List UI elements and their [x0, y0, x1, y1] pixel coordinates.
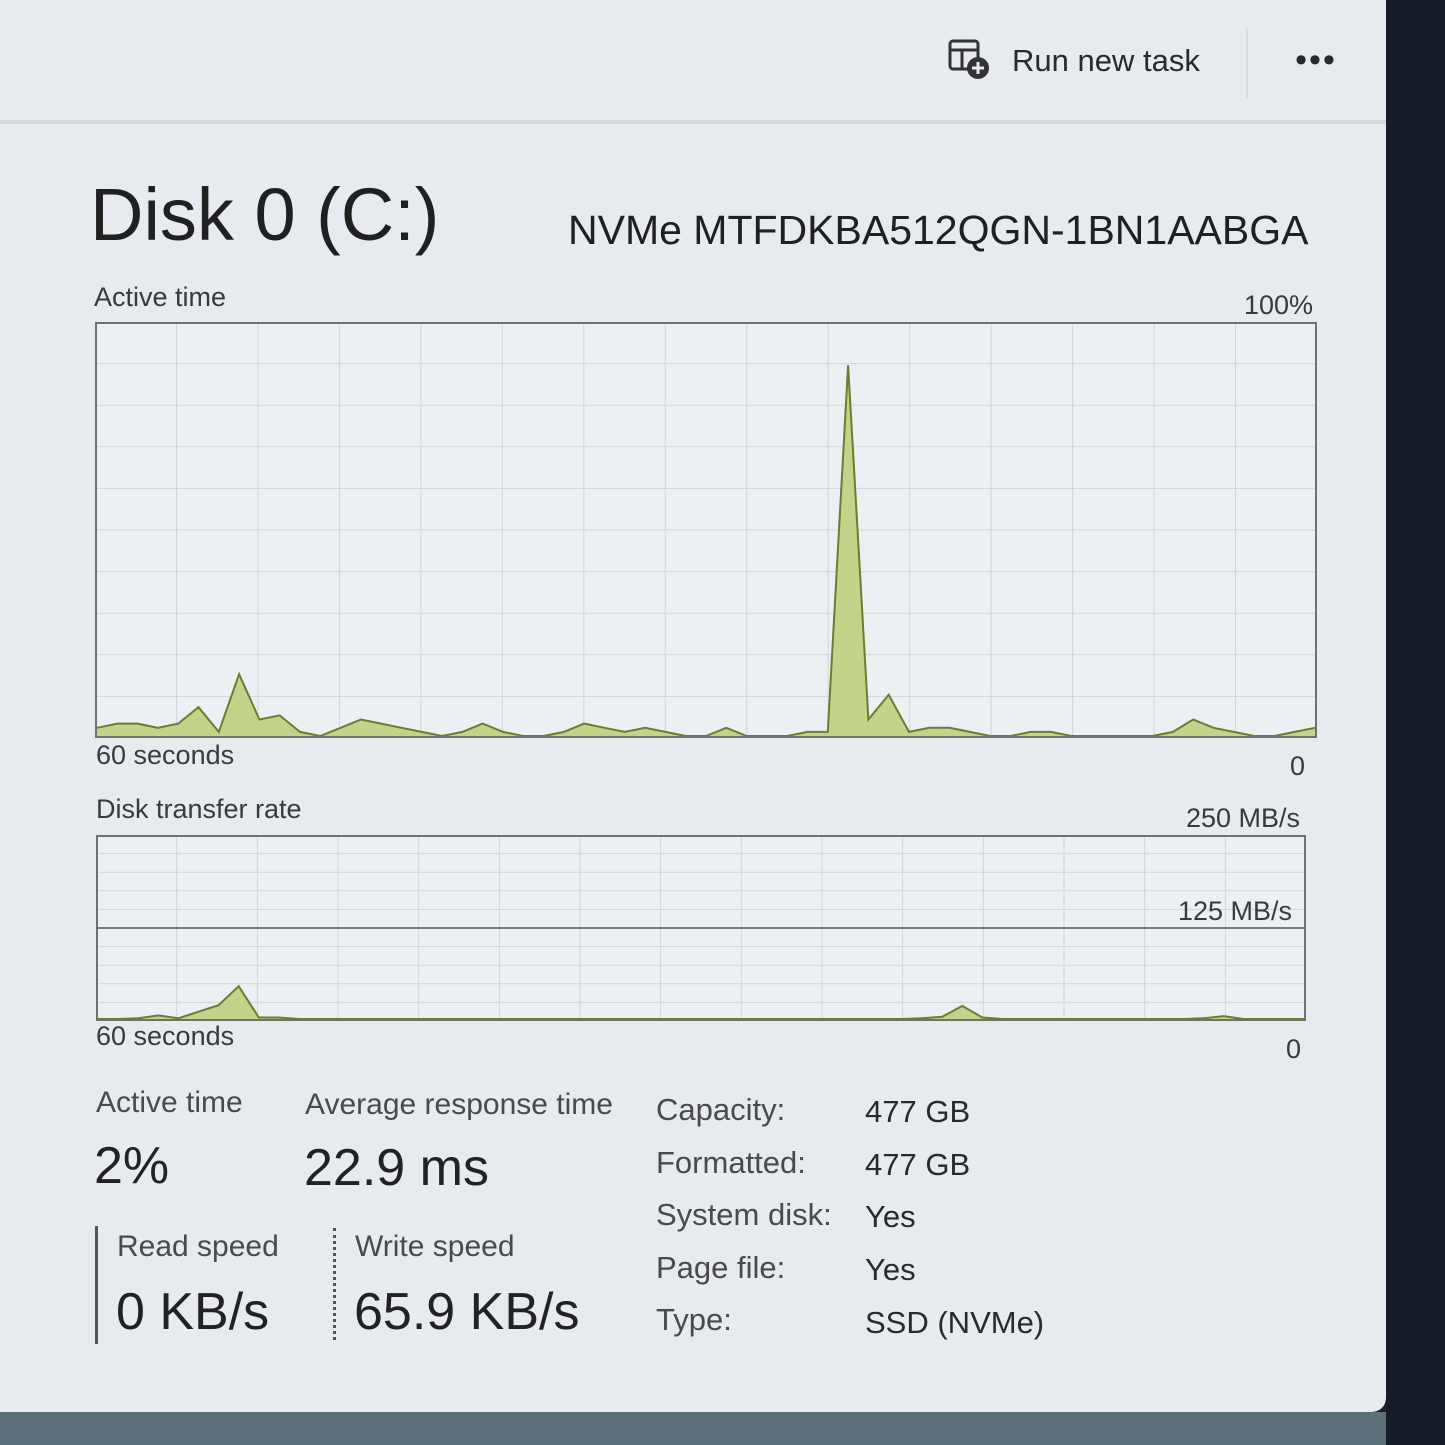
transfer-rate-max-label: 250 MB/s — [1186, 803, 1301, 833]
avg-response-time-label: Average response time — [305, 1088, 613, 1121]
page-file-value: Yes — [865, 1252, 916, 1287]
capacity-value: 477 GB — [865, 1094, 971, 1129]
disk-model: NVMe MTFDKBA512QGN-1BN1AABGA — [568, 207, 1309, 253]
system-disk-label: System disk: — [656, 1197, 832, 1232]
task-manager-panel: Run new task ••• Disk 0 (C:) NVMe MTFDKB… — [0, 0, 1386, 1412]
active-time-graph-label: Active time — [94, 282, 227, 312]
transfer-rate-mid-label: 125 MB/s — [1178, 896, 1293, 926]
active-time-stat-value: 2% — [94, 1137, 170, 1195]
transfer-rate-graph — [96, 835, 1306, 1021]
toolbar: Run new task ••• — [0, 0, 1386, 122]
desktop-background-right — [1386, 0, 1445, 1445]
type-value: SSD (NVMe) — [865, 1305, 1045, 1340]
active-time-min-label: 0 — [1290, 751, 1306, 781]
disk-title: Disk 0 (C:) — [90, 173, 440, 256]
run-new-task-button[interactable]: Run new task — [946, 36, 1200, 86]
formatted-value: 477 GB — [865, 1147, 971, 1182]
active-time-duration-label: 60 seconds — [96, 740, 235, 770]
read-speed-indicator — [95, 1226, 98, 1344]
active-time-stat-label: Active time — [96, 1086, 243, 1119]
capacity-label: Capacity: — [656, 1092, 786, 1127]
read-speed-value: 0 KB/s — [116, 1283, 270, 1341]
transfer-rate-graph-label: Disk transfer rate — [96, 794, 302, 824]
page-file-label: Page file: — [656, 1250, 786, 1285]
more-options-button[interactable]: ••• — [1286, 40, 1346, 80]
desktop-background-bottom — [0, 1412, 1386, 1445]
read-speed-label: Read speed — [117, 1230, 279, 1263]
run-new-task-label: Run new task — [1012, 43, 1200, 78]
write-speed-indicator — [333, 1228, 336, 1340]
toolbar-divider — [1246, 28, 1248, 98]
system-disk-value: Yes — [865, 1199, 916, 1234]
transfer-rate-duration-label: 60 seconds — [96, 1021, 235, 1051]
formatted-label: Formatted: — [656, 1145, 806, 1180]
run-new-task-icon — [946, 36, 992, 87]
write-speed-label: Write speed — [355, 1230, 515, 1263]
write-speed-value: 65.9 KB/s — [354, 1283, 580, 1341]
transfer-rate-min-label: 0 — [1286, 1034, 1302, 1064]
avg-response-time-value: 22.9 ms — [304, 1139, 489, 1197]
active-time-max-label: 100% — [1244, 290, 1314, 320]
type-label: Type: — [656, 1302, 732, 1337]
active-time-graph — [95, 322, 1317, 738]
toolbar-separator — [0, 120, 1386, 124]
